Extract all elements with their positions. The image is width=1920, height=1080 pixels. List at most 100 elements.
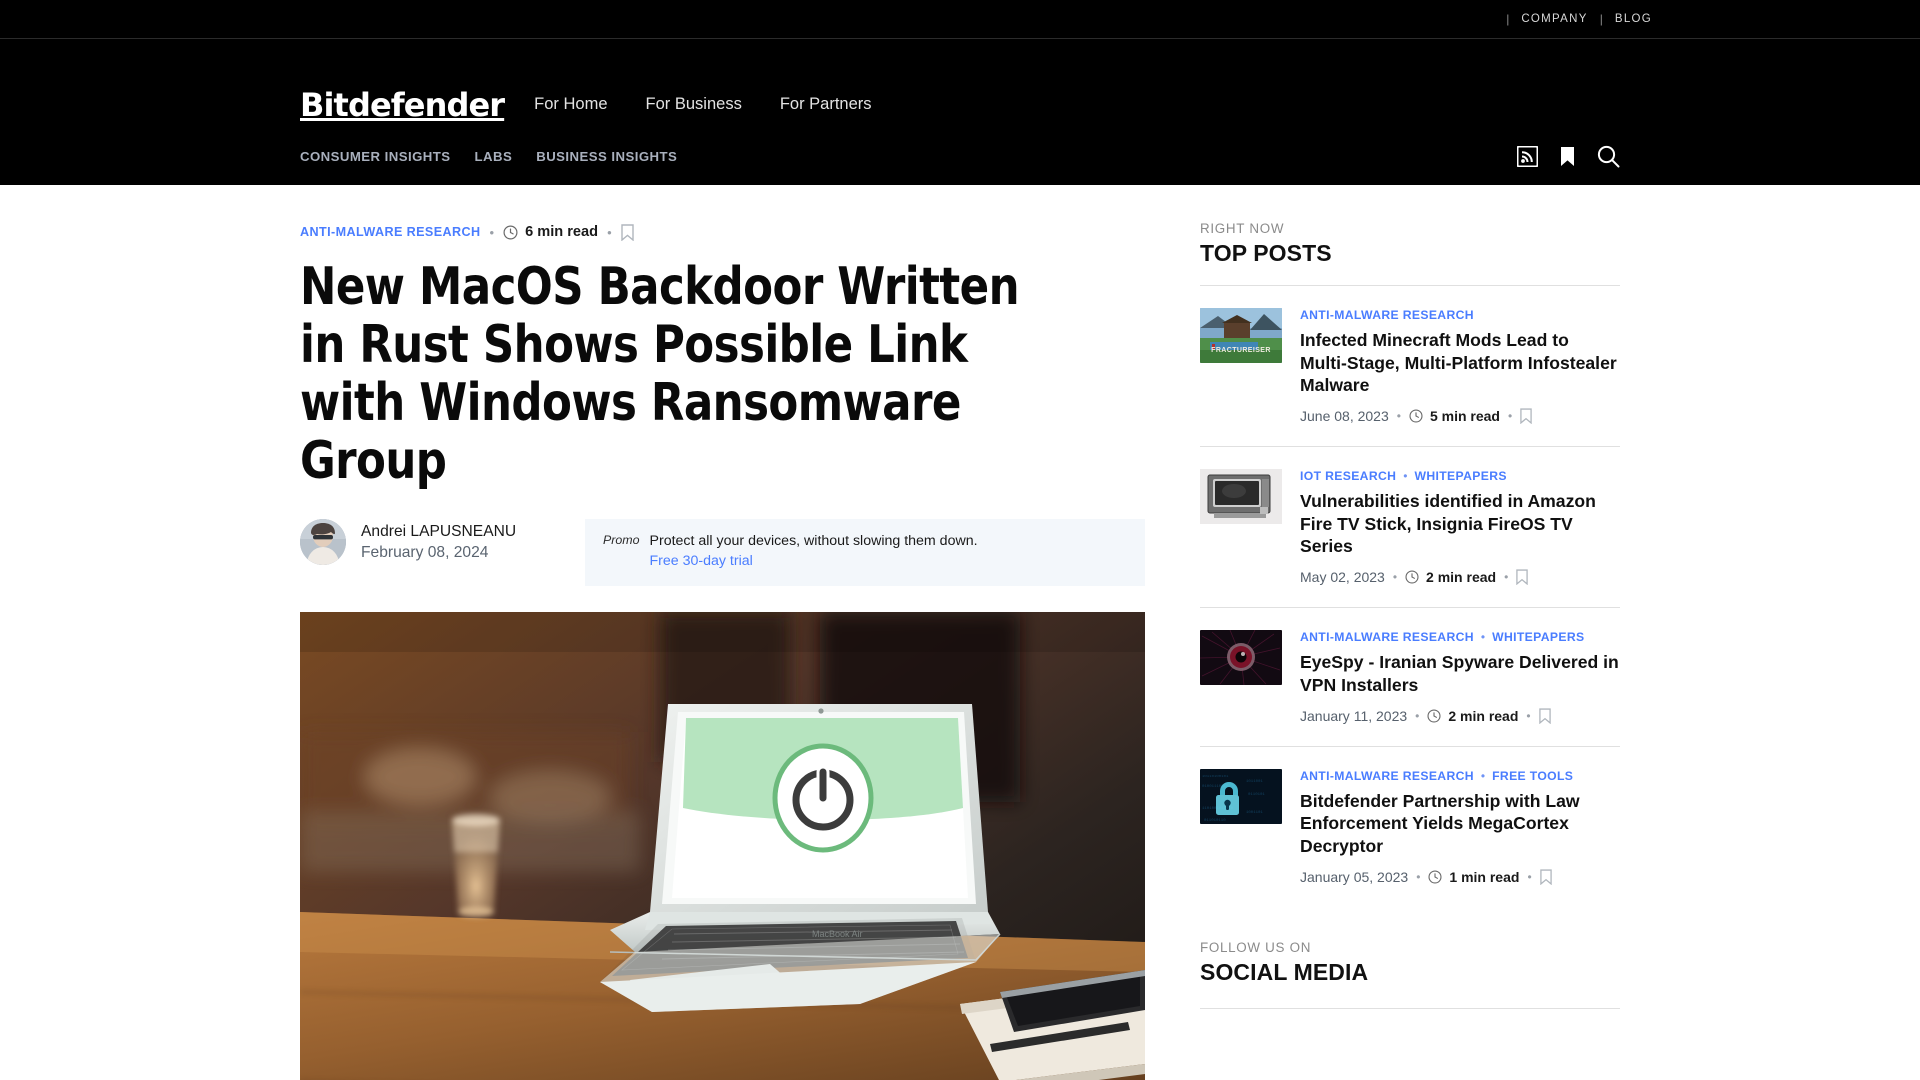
category-separator: • (1480, 768, 1486, 783)
post-bookmark-icon[interactable] (1516, 569, 1529, 586)
main-navigation: For Home For Business For Partners (534, 95, 871, 114)
post-category-link[interactable]: WHITEPAPERS (1415, 469, 1507, 483)
post-read-time: 2 min read (1448, 707, 1519, 724)
secondary-navigation: CONSUMER INSIGHTS LABS BUSINESS INSIGHTS (300, 149, 677, 164)
promo-banner: Promo Protect all your devices, without … (585, 518, 1145, 587)
nav-item-for-home[interactable]: For Home (534, 95, 607, 114)
post-meta-separator-1: • (1392, 570, 1398, 585)
article-bookmark-icon[interactable] (620, 223, 634, 241)
post-title-link[interactable]: Bitdefender Partnership with Law Enforce… (1300, 790, 1620, 858)
svg-text:0110101: 0110101 (1248, 793, 1265, 797)
bookmark-icon[interactable] (1560, 146, 1575, 167)
nav-item-for-business[interactable]: For Business (646, 95, 742, 114)
post-meta: January 05, 2023 • 1 min read • (1300, 867, 1620, 887)
post-date: January 05, 2023 (1300, 868, 1409, 885)
article-hero-image: MacBook Air (300, 612, 1145, 1080)
social-title: SOCIAL MEDIA (1200, 958, 1369, 985)
post-meta-separator-1: • (1396, 409, 1401, 424)
list-item[interactable]: IOT RESEARCH • WHITEPAPERS Vulnerabiliti… (1200, 447, 1620, 607)
svg-text:MacBook Air: MacBook Air (812, 929, 863, 939)
author-block[interactable]: Andrei LAPUSNEANU February 08, 2024 (300, 518, 585, 565)
author-info: Andrei LAPUSNEANU February 08, 2024 (361, 521, 516, 563)
article-column: ANTI-MALWARE RESEARCH • 6 min read • New… (300, 221, 1145, 1080)
post-body: IOT RESEARCH • WHITEPAPERS Vulnerabiliti… (1300, 469, 1620, 587)
post-date: January 11, 2023 (1300, 707, 1408, 724)
post-category-link[interactable]: IOT RESEARCH (1300, 469, 1396, 483)
promo-content: Protect all your devices, without slowin… (650, 531, 978, 572)
sidebar-right-rail: RIGHT NOW TOP POSTS FRACTUREISER ANTI-MA… (1200, 221, 1620, 1080)
social-kicker: FOLLOW US ON (1200, 939, 1312, 955)
post-category-link[interactable]: FREE TOOLS (1492, 769, 1573, 783)
post-bookmark-icon[interactable] (1538, 707, 1551, 724)
rss-feed-icon[interactable] (1516, 145, 1539, 167)
post-date: June 08, 2023 (1300, 408, 1389, 425)
promo-text: Protect all your devices, without slowin… (649, 532, 978, 549)
search-icon[interactable] (1597, 145, 1620, 168)
clock-icon (503, 224, 518, 240)
list-item[interactable]: 10110100101 01001110010 1011001 0110101 … (1200, 747, 1620, 907)
nav-item-for-partners[interactable]: For Partners (780, 95, 872, 114)
topbar-separator-2: | (1599, 12, 1603, 26)
svg-text:1011001: 1011001 (1246, 780, 1263, 784)
svg-text:1001101: 1001101 (1246, 811, 1263, 815)
post-category-link[interactable]: ANTI-MALWARE RESEARCH (1300, 308, 1474, 322)
post-meta-separator-2: • (1504, 570, 1509, 585)
list-item[interactable]: FRACTUREISER ANTI-MALWARE RESEARCH Infec… (1200, 286, 1620, 446)
top-utility-bar: | COMPANY | BLOG (0, 0, 1920, 39)
post-title-link[interactable]: Infected Minecraft Mods Lead to Multi-St… (1300, 329, 1620, 397)
post-meta-separator-1: • (1416, 869, 1421, 884)
rail-kicker: RIGHT NOW (1200, 221, 1285, 236)
clock-icon (1428, 870, 1442, 884)
post-bookmark-icon[interactable] (1539, 868, 1552, 885)
post-meta: May 02, 2023 • 2 min read • (1300, 567, 1620, 587)
subnav-item-consumer-insights[interactable]: CONSUMER INSIGHTS (300, 149, 451, 164)
article-category-link[interactable]: ANTI-MALWARE RESEARCH (300, 225, 481, 239)
post-meta-separator-2: • (1527, 869, 1532, 884)
category-separator: • (1403, 469, 1408, 484)
post-bookmark-icon[interactable] (1520, 408, 1532, 425)
post-title-link[interactable]: Vulnerabilities identified in Amazon Fir… (1300, 490, 1620, 558)
red-eye-thumbnail (1200, 630, 1282, 686)
meta-separator-1: • (489, 224, 495, 240)
subnav-item-labs[interactable]: LABS (475, 149, 513, 164)
post-categories: ANTI-MALWARE RESEARCH • FREE TOOLS (1300, 769, 1620, 783)
post-date: May 02, 2023 (1300, 569, 1385, 586)
page-title: New MacOS Backdoor Written in Rust Shows… (300, 257, 1020, 491)
post-body: ANTI-MALWARE RESEARCH • FREE TOOLS Bitde… (1300, 769, 1620, 887)
minecraft-fractureiser-thumbnail: FRACTUREISER (1200, 308, 1282, 363)
post-meta: June 08, 2023 • 5 min read • (1300, 406, 1620, 426)
meta-separator-2: • (607, 224, 612, 240)
author-name: Andrei LAPUSNEANU (361, 522, 517, 540)
site-header: Bitdefender For Home For Business For Pa… (0, 39, 1920, 185)
avatar (300, 518, 346, 565)
social-media-section: FOLLOW US ON SOCIAL MEDIA (1200, 907, 1620, 1009)
clock-icon (1427, 708, 1441, 723)
article-date: February 08, 2024 (361, 543, 489, 561)
post-read-time: 1 min read (1449, 868, 1520, 885)
topbar-link-company[interactable]: COMPANY (1521, 13, 1587, 25)
page-body: ANTI-MALWARE RESEARCH • 6 min read • New… (300, 185, 1620, 1080)
post-categories: IOT RESEARCH • WHITEPAPERS (1300, 469, 1620, 483)
post-title-link[interactable]: EyeSpy - Iranian Spyware Delivered in VP… (1300, 651, 1620, 696)
promo-label: Promo (603, 532, 640, 547)
svg-text:011010110: 011010110 (1204, 819, 1226, 823)
header-primary-row: Bitdefender For Home For Business For Pa… (300, 39, 1620, 129)
post-category-link[interactable]: ANTI-MALWARE RESEARCH (1300, 769, 1474, 783)
byline-row: Andrei LAPUSNEANU February 08, 2024 Prom… (300, 518, 1145, 587)
bitdefender-logo[interactable]: Bitdefender (300, 89, 505, 121)
post-category-link[interactable]: ANTI-MALWARE RESEARCH (1300, 630, 1474, 644)
post-category-link[interactable]: WHITEPAPERS (1492, 630, 1584, 644)
post-read-time: 2 min read (1426, 569, 1497, 586)
topbar-separator-1: | (1506, 12, 1510, 26)
subnav-item-business-insights[interactable]: BUSINESS INSIGHTS (536, 149, 677, 164)
topbar-link-blog[interactable]: BLOG (1615, 13, 1652, 25)
article-meta: ANTI-MALWARE RESEARCH • 6 min read • (300, 221, 1145, 243)
crt-television-thumbnail (1200, 469, 1282, 525)
list-item[interactable]: ANTI-MALWARE RESEARCH • WHITEPAPERS EyeS… (1200, 608, 1620, 745)
promo-cta-link[interactable]: Free 30-day trial (650, 551, 978, 572)
post-read-time: 5 min read (1429, 408, 1500, 425)
divider (1200, 1007, 1620, 1009)
clock-icon (1409, 409, 1423, 423)
post-categories: ANTI-MALWARE RESEARCH (1300, 308, 1620, 322)
blue-padlock-thumbnail: 10110100101 01001110010 1011001 0110101 … (1200, 768, 1282, 824)
